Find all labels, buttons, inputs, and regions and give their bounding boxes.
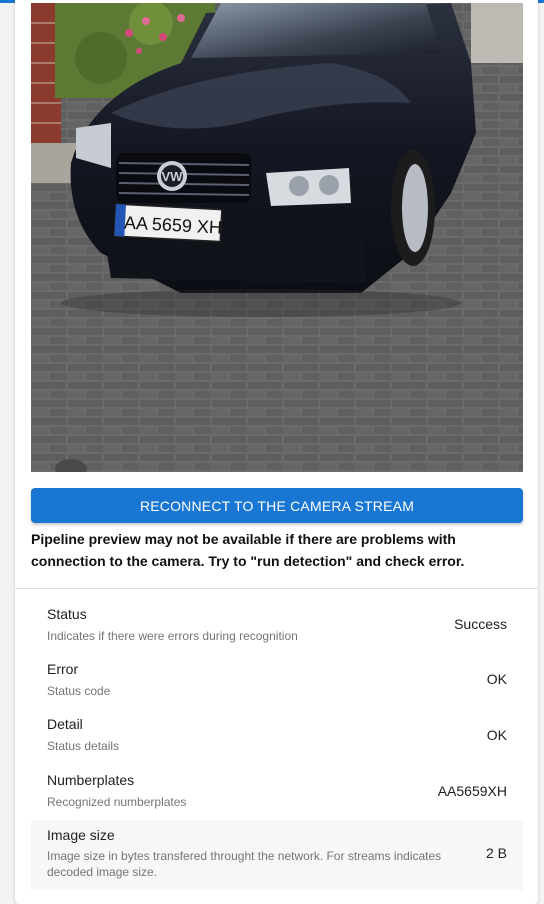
result-row-status: Status Indicates if there were errors du…: [31, 606, 523, 650]
result-description: Status code: [47, 684, 111, 698]
camera-card: VW AA 5659 XH RECONNECT TO THE CAMERA ST…: [15, 0, 538, 904]
numberplates-value: AA5659XH: [437, 783, 507, 799]
error-value: OK: [486, 671, 507, 687]
svg-text:VW: VW: [162, 169, 184, 184]
result-label: Status: [47, 606, 87, 622]
status-value: Success: [454, 616, 507, 632]
result-label: Error: [47, 661, 79, 677]
result-row-error: Error Status code OK: [31, 661, 523, 705]
result-description: Status details: [47, 739, 120, 753]
result-description: Image size in bytes transfered throught …: [47, 849, 442, 879]
section-divider: [15, 588, 538, 589]
result-label: Image size: [47, 827, 115, 843]
image-size-value: 2 B: [485, 845, 507, 861]
result-row-detail: Detail Status details OK: [31, 716, 523, 760]
reconnect-camera-button[interactable]: RECONNECT TO THE CAMERA STREAM: [31, 488, 523, 523]
result-label: Numberplates: [47, 772, 135, 788]
detail-value: OK: [486, 727, 507, 743]
result-row-image-size: Image size Image size in bytes transfere…: [31, 820, 523, 890]
pipeline-preview-hint: Pipeline preview may not be available if…: [31, 531, 465, 569]
result-row-numberplates: Numberplates Recognized numberplates AA5…: [31, 772, 523, 816]
result-description: Recognized numberplates: [47, 795, 187, 809]
result-description: Indicates if there were errors during re…: [47, 629, 298, 643]
result-label: Detail: [47, 716, 83, 732]
camera-preview-image: VW AA 5659 XH: [31, 3, 523, 472]
